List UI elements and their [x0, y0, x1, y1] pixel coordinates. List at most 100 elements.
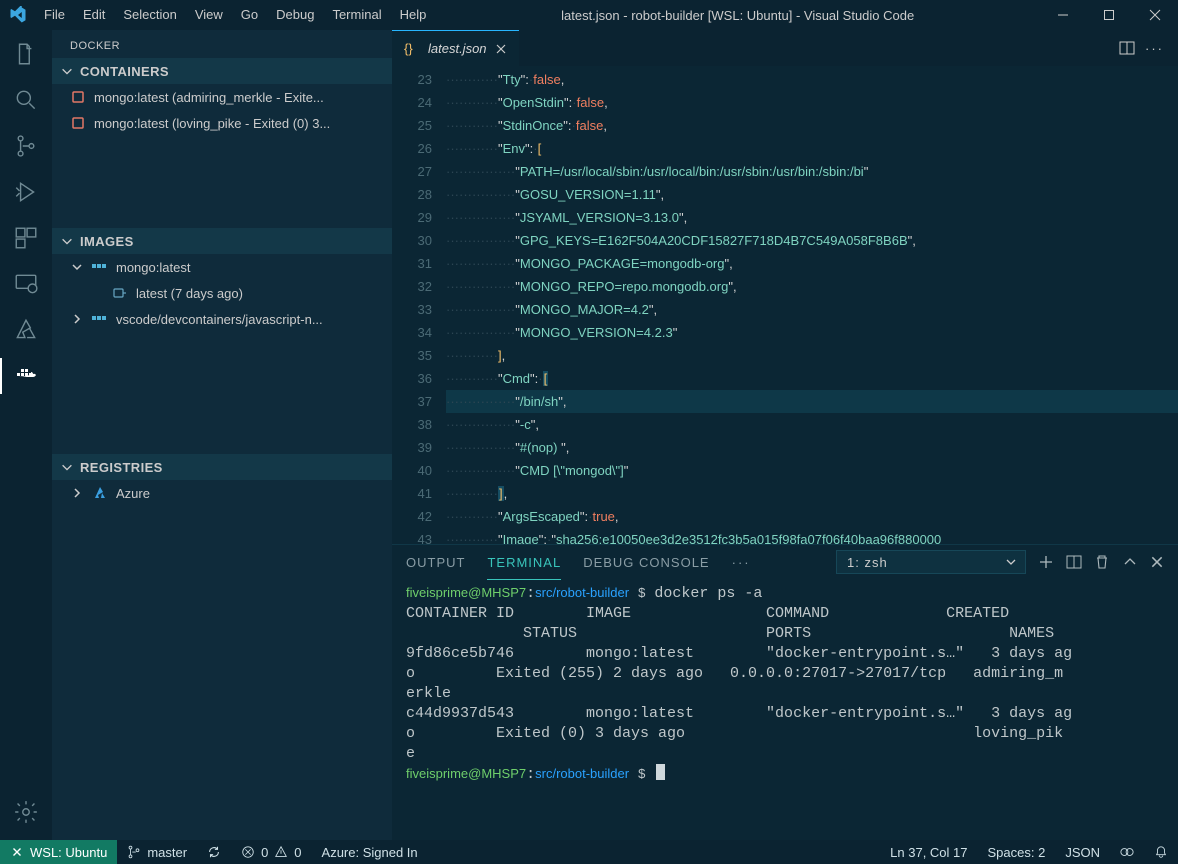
- chevron-down-icon: [70, 261, 84, 273]
- debug-icon[interactable]: [12, 178, 40, 206]
- activity-bar: [0, 30, 52, 840]
- tag-icon: [112, 285, 128, 301]
- image-item[interactable]: latest (7 days ago): [52, 280, 392, 306]
- container-stopped-icon: [70, 89, 86, 105]
- title-bar: FileEditSelectionViewGoDebugTerminalHelp…: [0, 0, 1178, 30]
- tree-item-label: Azure: [116, 486, 150, 501]
- tree-item-label: mongo:latest: [116, 260, 190, 275]
- window-controls: [1040, 0, 1178, 30]
- code-editor[interactable]: 2324252627282930313233343536373839404142…: [392, 66, 1178, 544]
- terminal-selector-label: 1: zsh: [847, 555, 888, 570]
- more-actions-icon[interactable]: ···: [1145, 41, 1164, 56]
- tree-item-label: vscode/devcontainers/javascript-n...: [116, 312, 323, 327]
- image-item[interactable]: vscode/devcontainers/javascript-n...: [52, 306, 392, 332]
- image-item[interactable]: mongo:latest: [52, 254, 392, 280]
- menu-debug[interactable]: Debug: [267, 0, 323, 30]
- maximize-button[interactable]: [1086, 0, 1132, 30]
- section-registries[interactable]: REGISTRIES: [52, 454, 392, 480]
- menu-selection[interactable]: Selection: [114, 0, 185, 30]
- azure-icon: [92, 485, 108, 501]
- tree-item-label: latest (7 days ago): [136, 286, 243, 301]
- tree-item-label: mongo:latest (loving_pike - Exited (0) 3…: [94, 116, 330, 131]
- json-file-icon: {}: [404, 41, 420, 57]
- tab-output[interactable]: OUTPUT: [406, 555, 465, 570]
- container-item[interactable]: mongo:latest (loving_pike - Exited (0) 3…: [52, 110, 392, 136]
- kill-terminal-icon[interactable]: [1094, 554, 1110, 570]
- window-title: latest.json - robot-builder [WSL: Ubuntu…: [435, 8, 1040, 23]
- menu-help[interactable]: Help: [391, 0, 436, 30]
- feedback-icon[interactable]: [1110, 840, 1144, 864]
- section-images[interactable]: IMAGES: [52, 228, 392, 254]
- docker-icon[interactable]: [12, 362, 40, 390]
- menu-file[interactable]: File: [35, 0, 74, 30]
- explorer-icon[interactable]: [12, 40, 40, 68]
- cursor-position[interactable]: Ln 37, Col 17: [880, 840, 977, 864]
- editor-area: {} latest.json ··· 232425262728293031323…: [392, 30, 1178, 840]
- language-mode[interactable]: JSON: [1055, 840, 1110, 864]
- sync-button[interactable]: [197, 840, 231, 864]
- menu-edit[interactable]: Edit: [74, 0, 114, 30]
- sidebar: DOCKER CONTAINERS mongo:latest (admiring…: [52, 30, 392, 840]
- remote-indicator[interactable]: WSL: Ubuntu: [0, 840, 117, 864]
- chevron-right-icon: [70, 313, 84, 325]
- panel-tabs: OUTPUT TERMINAL DEBUG CONSOLE ··· 1: zsh: [392, 545, 1178, 579]
- warning-count: 0: [294, 845, 301, 860]
- section-title-label: REGISTRIES: [80, 460, 163, 475]
- terminal-selector[interactable]: 1: zsh: [836, 550, 1026, 574]
- status-bar: WSL: Ubuntu master 0 0 Azure: Signed In …: [0, 840, 1178, 864]
- tab-label: latest.json: [428, 41, 487, 56]
- more-actions-icon[interactable]: ···: [732, 555, 751, 570]
- chevron-down-icon: [60, 460, 74, 474]
- close-button[interactable]: [1132, 0, 1178, 30]
- docker-image-icon: [92, 311, 108, 327]
- vscode-logo: [0, 6, 35, 24]
- search-icon[interactable]: [12, 86, 40, 114]
- editor-tab[interactable]: {} latest.json: [392, 30, 519, 66]
- chevron-down-icon: [60, 64, 74, 78]
- remote-icon: [10, 845, 24, 859]
- chevron-down-icon: [1005, 556, 1017, 568]
- menu-go[interactable]: Go: [232, 0, 267, 30]
- split-terminal-icon[interactable]: [1066, 554, 1082, 570]
- azure-status[interactable]: Azure: Signed In: [312, 840, 428, 864]
- error-count: 0: [261, 845, 268, 860]
- svg-text:{}: {}: [404, 41, 413, 56]
- docker-image-icon: [92, 259, 108, 275]
- section-title-label: IMAGES: [80, 234, 134, 249]
- terminal-output[interactable]: fiveisprime@MHSP7:src/robot-builder $ do…: [392, 579, 1178, 840]
- settings-gear-icon[interactable]: [12, 798, 40, 826]
- new-terminal-icon[interactable]: [1038, 554, 1054, 570]
- tab-bar: {} latest.json ···: [392, 30, 1178, 66]
- indentation[interactable]: Spaces: 2: [978, 840, 1056, 864]
- bottom-panel: OUTPUT TERMINAL DEBUG CONSOLE ··· 1: zsh…: [392, 544, 1178, 840]
- main-menu: FileEditSelectionViewGoDebugTerminalHelp: [35, 0, 435, 30]
- chevron-down-icon: [60, 234, 74, 248]
- extensions-icon[interactable]: [12, 224, 40, 252]
- menu-terminal[interactable]: Terminal: [323, 0, 390, 30]
- sync-icon: [207, 845, 221, 859]
- container-item[interactable]: mongo:latest (admiring_merkle - Exite...: [52, 84, 392, 110]
- close-panel-icon[interactable]: [1150, 555, 1164, 569]
- container-stopped-icon: [70, 115, 86, 131]
- close-tab-icon[interactable]: [495, 43, 507, 55]
- tab-terminal[interactable]: TERMINAL: [487, 555, 561, 570]
- section-containers[interactable]: CONTAINERS: [52, 58, 392, 84]
- menu-view[interactable]: View: [186, 0, 232, 30]
- split-editor-icon[interactable]: [1119, 40, 1135, 56]
- branch-icon: [127, 845, 141, 859]
- maximize-panel-icon[interactable]: [1122, 554, 1138, 570]
- remote-explorer-icon[interactable]: [12, 270, 40, 298]
- error-icon: [241, 845, 255, 859]
- git-branch[interactable]: master: [117, 840, 197, 864]
- tab-debug-console[interactable]: DEBUG CONSOLE: [583, 555, 709, 570]
- tree-item-label: mongo:latest (admiring_merkle - Exite...: [94, 90, 324, 105]
- remote-label: WSL: Ubuntu: [30, 845, 107, 860]
- section-title-label: CONTAINERS: [80, 64, 169, 79]
- notifications-icon[interactable]: [1144, 840, 1178, 864]
- problems[interactable]: 0 0: [231, 840, 311, 864]
- branch-label: master: [147, 845, 187, 860]
- source-control-icon[interactable]: [12, 132, 40, 160]
- minimize-button[interactable]: [1040, 0, 1086, 30]
- azure-icon[interactable]: [12, 316, 40, 344]
- registry-item[interactable]: Azure: [52, 480, 392, 506]
